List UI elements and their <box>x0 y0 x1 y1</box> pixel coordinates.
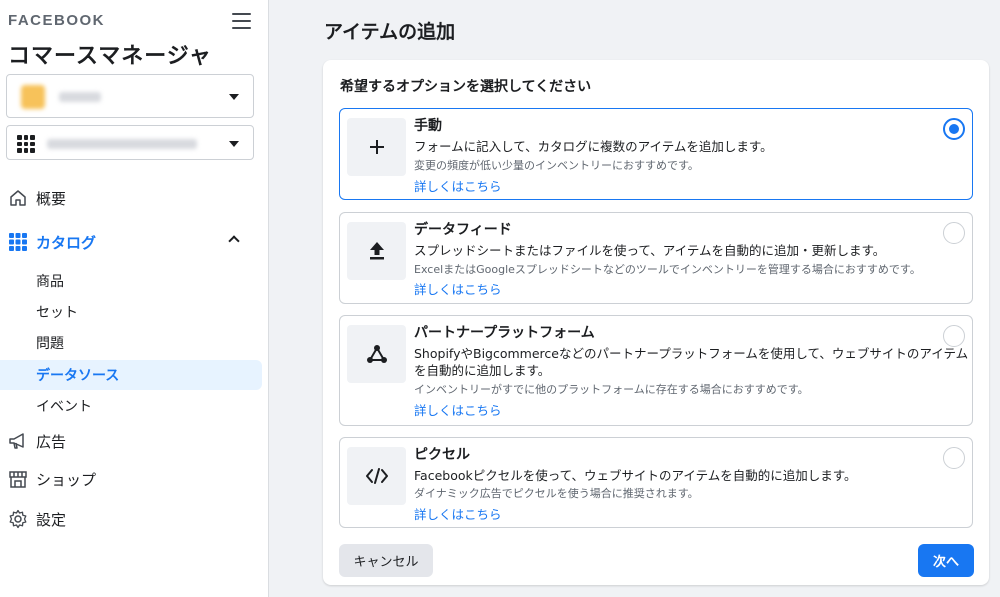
sidebar-item-label: 設定 <box>36 510 67 529</box>
sidebar-subitem-label: イベント <box>36 399 92 415</box>
sidebar-item-label: 概要 <box>36 189 67 208</box>
cancel-button[interactable]: キャンセル <box>339 544 433 577</box>
sidebar-item-ads[interactable]: 広告 <box>0 425 269 457</box>
brand-wordmark: FACEBOOK <box>8 12 106 29</box>
sidebar-item-label: ショップ <box>36 470 97 489</box>
option-description: スプレッドシートまたはファイルを使って、アイテムを自動的に追加・更新します。 <box>414 243 886 258</box>
learn-more-link[interactable]: 詳しくはこちら <box>414 279 502 298</box>
sidebar-subitem-label: データソース <box>36 368 120 384</box>
caret-down-icon <box>229 94 239 100</box>
sidebar-subitem-label: 商品 <box>36 274 64 290</box>
learn-more-link[interactable]: 詳しくはこちら <box>414 176 502 195</box>
sidebar-item-catalog[interactable]: カタログ <box>0 226 269 258</box>
account-name-redacted <box>59 92 101 102</box>
app-title: コマースマネージャ <box>8 44 212 69</box>
code-icon <box>347 447 406 505</box>
share-nodes-icon <box>347 325 406 383</box>
sidebar-item-shop[interactable]: ショップ <box>0 463 269 495</box>
option-title: 手動 <box>414 118 442 134</box>
option-radio[interactable] <box>943 325 965 347</box>
sidebar-item-label: 広告 <box>36 432 67 451</box>
option-title: ピクセル <box>414 447 470 463</box>
sidebar-subitem-products[interactable]: 商品 <box>0 266 262 296</box>
sidebar: FACEBOOK コマースマネージャ 概要 カタログ 商品 セット 問題 データ… <box>0 0 269 597</box>
plus-icon <box>347 118 406 176</box>
sidebar-subitem-events[interactable]: イベント <box>0 391 262 421</box>
option-description: ShopifyやBigcommerceなどのパートナープラットフォームを使用して… <box>414 346 969 378</box>
account-avatar <box>21 85 45 109</box>
add-items-card: 希望するオプションを選択してください 手動 フォームに記入して、カタログに複数の… <box>323 60 989 585</box>
megaphone-icon <box>8 431 28 451</box>
option-description: Facebookピクセルを使って、ウェブサイトのアイテムを自動的に追加します。 <box>414 468 857 483</box>
card-heading: 希望するオプションを選択してください <box>340 79 592 95</box>
option-manual[interactable]: 手動 フォームに記入して、カタログに複数のアイテムを追加します。 変更の頻度が低… <box>339 108 973 200</box>
home-icon <box>8 188 28 208</box>
sidebar-item-settings[interactable]: 設定 <box>0 503 269 535</box>
option-radio[interactable] <box>943 447 965 469</box>
sidebar-subitem-label: 問題 <box>36 336 64 352</box>
option-title: データフィード <box>414 222 512 238</box>
learn-more-link[interactable]: 詳しくはこちら <box>414 400 502 419</box>
upload-icon <box>347 222 406 280</box>
option-note: ダイナミック広告でピクセルを使う場合に推奨されます。 <box>414 487 699 500</box>
sidebar-item-overview[interactable]: 概要 <box>0 182 269 214</box>
option-note: 変更の頻度が低い少量のインベントリーにおすすめです。 <box>414 159 699 172</box>
catalog-selector[interactable] <box>6 125 254 160</box>
option-data-feed[interactable]: データフィード スプレッドシートまたはファイルを使って、アイテムを自動的に追加・… <box>339 212 973 304</box>
next-button[interactable]: 次へ <box>918 544 974 577</box>
sidebar-subitem-data-sources[interactable]: データソース <box>0 360 262 390</box>
option-description: フォームに記入して、カタログに複数のアイテムを追加します。 <box>414 139 773 154</box>
option-note: ExcelまたはGoogleスプレッドシートなどのツールでインベントリーを管理す… <box>414 263 921 276</box>
sidebar-subitem-label: セット <box>36 305 78 321</box>
storefront-icon <box>8 469 28 489</box>
option-radio[interactable] <box>943 118 965 140</box>
chevron-up-icon <box>228 235 240 247</box>
gear-icon <box>8 509 28 529</box>
option-partner-platform[interactable]: パートナープラットフォーム ShopifyやBigcommerceなどのパートナ… <box>339 315 973 426</box>
option-title: パートナープラットフォーム <box>414 325 595 341</box>
option-radio[interactable] <box>943 222 965 244</box>
sidebar-subitem-issues[interactable]: 問題 <box>0 328 262 358</box>
learn-more-link[interactable]: 詳しくはこちら <box>414 504 502 523</box>
catalog-grid-icon <box>17 135 35 153</box>
hamburger-menu-icon[interactable] <box>232 13 251 29</box>
page-title: アイテムの追加 <box>324 21 456 43</box>
option-note: インベントリーがすでに他のプラットフォームに存在する場合におすすめです。 <box>414 383 809 396</box>
option-pixel[interactable]: ピクセル Facebookピクセルを使って、ウェブサイトのアイテムを自動的に追加… <box>339 437 973 528</box>
sidebar-item-label: カタログ <box>36 233 97 252</box>
account-selector[interactable] <box>6 74 254 118</box>
sidebar-subitem-sets[interactable]: セット <box>0 297 262 327</box>
catalog-name-redacted <box>47 139 197 149</box>
caret-down-icon <box>229 141 239 147</box>
catalog-grid-icon <box>8 232 28 252</box>
